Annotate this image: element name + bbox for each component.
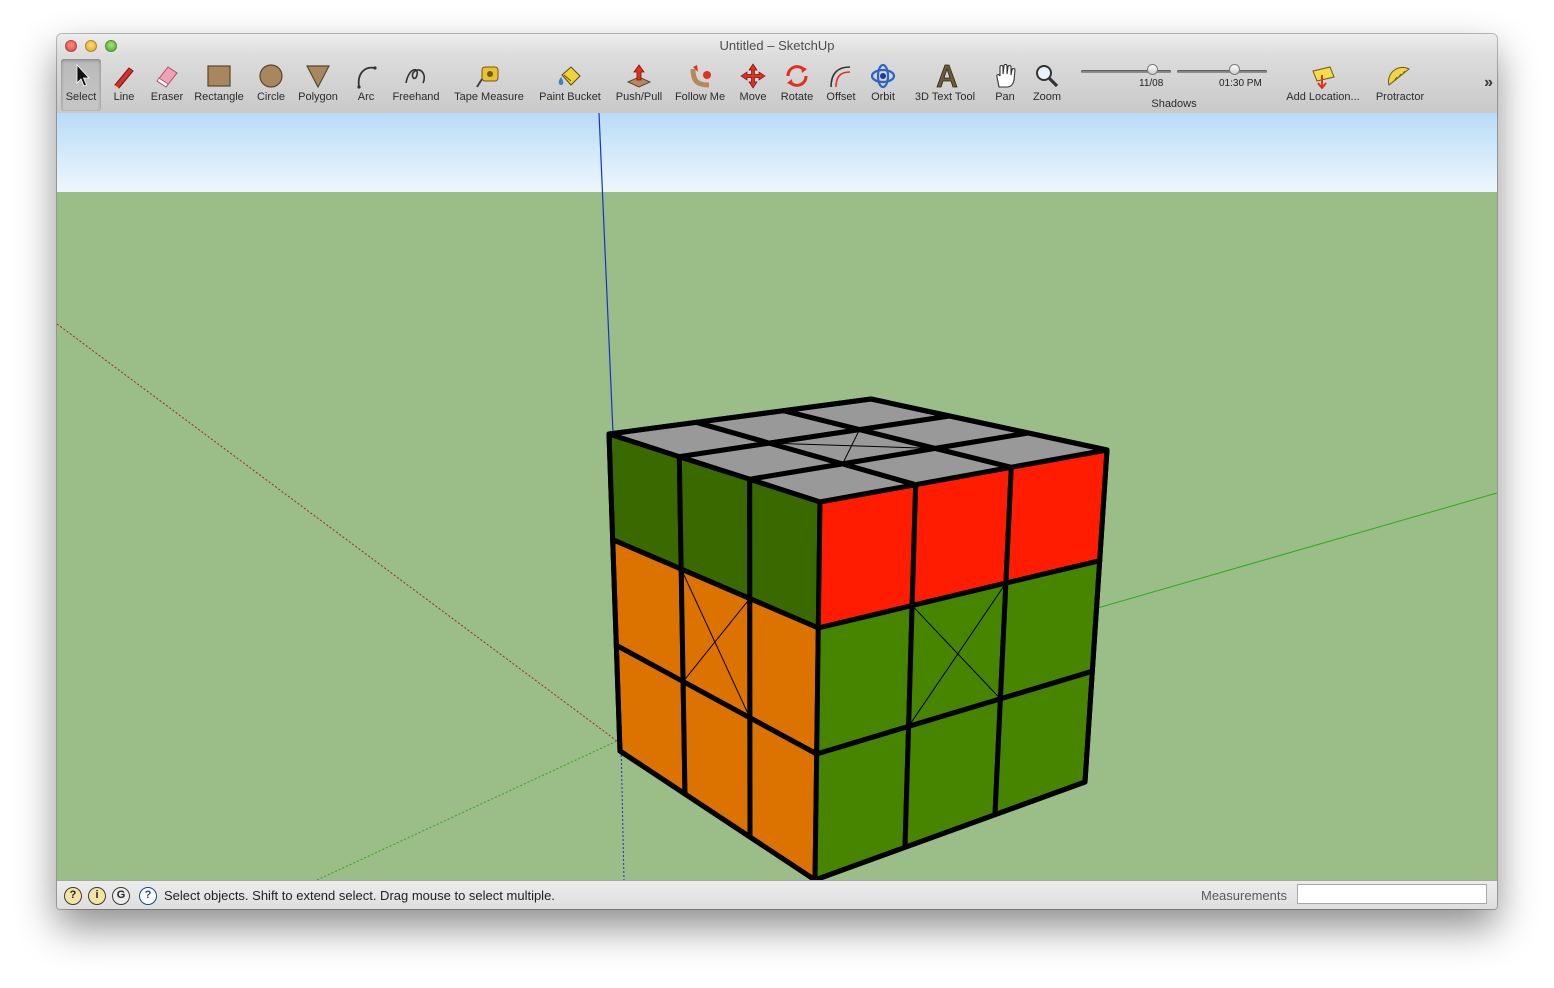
polygon-tool-button[interactable]: Polygon: [295, 59, 341, 111]
arrow-cursor-icon: [76, 63, 90, 87]
eraser-tool-button[interactable]: Eraser: [147, 59, 187, 111]
shadow-date-knob[interactable]: [1147, 64, 1159, 75]
close-window-button[interactable]: [65, 40, 77, 52]
circle-icon: [259, 64, 283, 88]
protractor-tool-button[interactable]: Protractor: [1371, 59, 1429, 111]
offset-tool-label: Offset: [826, 91, 856, 103]
location-icon[interactable]: ?: [64, 887, 82, 905]
tape-measure-tool-button[interactable]: Tape Measure: [451, 59, 527, 111]
google-signin-icon[interactable]: G: [112, 887, 130, 905]
window-title: Untitled – SketchUp: [719, 38, 835, 53]
paint-bucket-tool-button[interactable]: Paint Bucket: [535, 59, 605, 111]
hand-icon: [996, 63, 1016, 88]
paint-bucket-icon: [558, 66, 581, 86]
push-pull-tool-label: Push/Pull: [615, 91, 663, 103]
zoom-tool-label: Zoom: [1032, 91, 1062, 103]
offset-icon: [830, 66, 851, 88]
freehand-tool-button[interactable]: Freehand: [389, 59, 443, 111]
rectangle-icon: [207, 65, 231, 87]
shadow-time-value: 01:30 PM: [1219, 78, 1262, 89]
tape-measure-tool-label: Tape Measure: [454, 91, 524, 103]
arc-tool-button[interactable]: Arc: [349, 59, 383, 111]
pan-tool-label: Pan: [995, 91, 1015, 103]
rectangle-tool-button[interactable]: Rectangle: [191, 59, 247, 111]
polygon-icon: [306, 65, 330, 89]
add-location-icon: [1312, 66, 1335, 89]
polygon-tool-label: Polygon: [298, 91, 338, 103]
main-toolbar: Select Line Eraser Rectangle Circle Poly…: [57, 56, 1497, 114]
3d-text-icon: [936, 64, 958, 88]
credits-icon[interactable]: i: [88, 887, 106, 905]
follow-me-icon: [690, 65, 711, 88]
pan-tool-button[interactable]: Pan: [989, 59, 1021, 111]
status-message: Select objects. Shift to extend select. …: [164, 888, 555, 903]
rotate-tool-label: Rotate: [780, 91, 814, 103]
move-arrows-icon: [740, 63, 766, 89]
sky: [57, 113, 1497, 192]
protractor-icon: [1388, 66, 1410, 86]
magnifier-icon: [1036, 65, 1059, 88]
help-icon[interactable]: ?: [139, 887, 157, 905]
arc-tool-label: Arc: [357, 91, 375, 103]
rotate-tool-button[interactable]: Rotate: [777, 59, 817, 111]
eraser-icon: [156, 66, 178, 88]
zoom-tool-button[interactable]: Zoom: [1029, 59, 1065, 111]
circle-tool-label: Circle: [256, 91, 286, 103]
shadow-date-value: 11/08: [1139, 78, 1164, 89]
arc-icon: [357, 66, 377, 89]
toolbar-overflow-button[interactable]: »: [1484, 74, 1493, 92]
select-tool-button[interactable]: Select: [61, 59, 101, 111]
paint-bucket-tool-label: Paint Bucket: [539, 91, 601, 103]
line-tool-button[interactable]: Line: [105, 59, 143, 111]
rotate-icon: [786, 65, 808, 87]
measurements-label: Measurements: [1201, 888, 1287, 903]
orbit-tool-button[interactable]: Orbit: [865, 59, 901, 111]
scene-canvas[interactable]: [57, 113, 1497, 880]
line-tool-label: Line: [113, 91, 135, 103]
drawing-viewport[interactable]: [57, 113, 1497, 880]
minimize-window-button[interactable]: [85, 40, 97, 52]
move-tool-label: Move: [739, 91, 767, 103]
shadows-label: Shadows: [1151, 98, 1197, 110]
shadow-time-slider[interactable]: [1177, 70, 1267, 73]
pencil-icon: [114, 67, 134, 89]
zoom-window-button[interactable]: [105, 40, 117, 52]
title-bar: Untitled – SketchUp: [57, 34, 1497, 56]
sketchup-window: Untitled – SketchUp Select Line Eraser R…: [57, 34, 1497, 909]
eraser-tool-label: Eraser: [150, 91, 184, 103]
follow-me-tool-label: Follow Me: [674, 91, 726, 103]
3d-text-tool-label: 3D Text Tool: [914, 91, 976, 103]
shadow-time-knob[interactable]: [1228, 64, 1240, 75]
rectangle-tool-label: Rectangle: [194, 91, 244, 103]
tape-measure-icon: [476, 66, 499, 88]
freehand-tool-label: Freehand: [392, 91, 440, 103]
offset-tool-button[interactable]: Offset: [821, 59, 861, 111]
orbit-icon: [870, 63, 896, 89]
push-pull-icon: [626, 64, 652, 88]
freehand-icon: [405, 68, 426, 84]
measurements-field[interactable]: [1297, 884, 1487, 904]
shadows-panel: 11/08 01:30 PM Shadows: [1079, 58, 1269, 110]
add-location-tool-label: Add Location...: [1286, 91, 1360, 103]
move-tool-button[interactable]: Move: [735, 59, 771, 111]
orbit-tool-label: Orbit: [871, 91, 895, 103]
3d-text-tool-button[interactable]: 3D Text Tool: [907, 59, 983, 111]
circle-tool-button[interactable]: Circle: [253, 59, 289, 111]
push-pull-tool-button[interactable]: Push/Pull: [611, 59, 667, 111]
status-bar: ? i G ? Select objects. Shift to extend …: [57, 880, 1497, 909]
add-location-tool-button[interactable]: Add Location...: [1279, 59, 1367, 111]
protractor-tool-label: Protractor: [1375, 91, 1425, 103]
select-tool-label: Select: [65, 91, 97, 103]
follow-me-tool-button[interactable]: Follow Me: [671, 59, 729, 111]
